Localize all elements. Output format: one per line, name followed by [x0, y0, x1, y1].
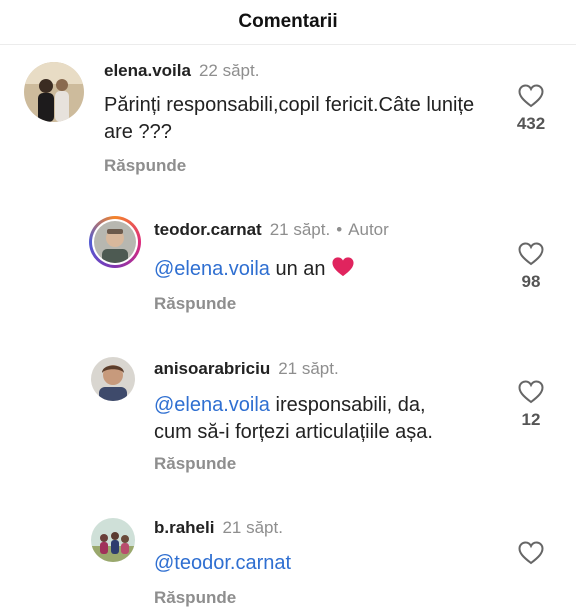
- comment-meta: elena.voila 22 săpt.: [104, 61, 259, 81]
- page-title: Comentarii: [238, 11, 338, 32]
- profile-photo-icon: [91, 518, 135, 562]
- comment-text: Părinți responsabili,copil fericit.Câte …: [104, 92, 484, 146]
- heart-outline-icon: [518, 84, 544, 108]
- like-count: 12: [521, 410, 541, 429]
- profile-photo-icon: [24, 62, 84, 122]
- reply-button[interactable]: Răspunde: [154, 454, 236, 474]
- like-button[interactable]: 98: [509, 242, 553, 292]
- avatar[interactable]: [89, 216, 141, 268]
- username[interactable]: elena.voila: [104, 61, 191, 80]
- author-badge: Autor: [348, 220, 389, 239]
- profile-photo-icon: [94, 221, 136, 263]
- heart-outline-icon: [518, 242, 544, 266]
- timestamp: 21 săpt.: [278, 359, 339, 378]
- like-count: 98: [521, 272, 541, 291]
- username[interactable]: teodor.carnat: [154, 220, 262, 239]
- username[interactable]: anisoarabriciu: [154, 359, 270, 378]
- reply-button[interactable]: Răspunde: [104, 156, 186, 176]
- heart-outline-icon: [518, 380, 544, 404]
- heart-outline-icon: [518, 541, 544, 565]
- like-button[interactable]: 432: [509, 84, 553, 134]
- comment-body: Părinți responsabili,copil fericit.Câte …: [104, 94, 475, 143]
- reply-button[interactable]: Răspunde: [154, 588, 236, 608]
- comment-body: iresponsabili, da,: [275, 394, 426, 416]
- avatar[interactable]: [91, 518, 135, 562]
- heart-emoji-icon: [332, 257, 354, 277]
- avatar[interactable]: [91, 357, 135, 401]
- username[interactable]: b.raheli: [154, 518, 214, 537]
- avatar[interactable]: [24, 62, 84, 122]
- mention-link[interactable]: @teodor.carnat: [154, 552, 291, 574]
- comment-text: @elena.voila iresponsabili, da, cum să-i…: [154, 392, 494, 446]
- timestamp: 22 săpt.: [198, 61, 260, 80]
- profile-photo-icon: [91, 357, 135, 401]
- comment-meta: teodor.carnat 21 săpt. • Autor: [154, 220, 389, 240]
- timestamp: 21 săpt.: [269, 220, 331, 239]
- comments-header: Comentarii: [0, 0, 576, 45]
- comment-body: un an: [275, 258, 326, 280]
- like-button[interactable]: [509, 541, 553, 565]
- separator-dot: •: [336, 220, 343, 239]
- comment-meta: b.raheli 21 săpt.: [154, 518, 283, 538]
- like-count: 432: [516, 114, 546, 133]
- comment-text: @teodor.carnat: [154, 550, 484, 577]
- comment-text: @elena.voila un an: [154, 256, 484, 283]
- mention-link[interactable]: @elena.voila: [154, 258, 270, 280]
- reply-button[interactable]: Răspunde: [154, 294, 236, 314]
- comment-meta: anisoarabriciu 21 săpt.: [154, 359, 339, 379]
- timestamp: 21 săpt.: [222, 518, 283, 537]
- mention-link[interactable]: @elena.voila: [154, 394, 270, 416]
- comment-body: cum să-i forțezi articulațiile așa.: [154, 421, 433, 443]
- like-button[interactable]: 12: [509, 380, 553, 430]
